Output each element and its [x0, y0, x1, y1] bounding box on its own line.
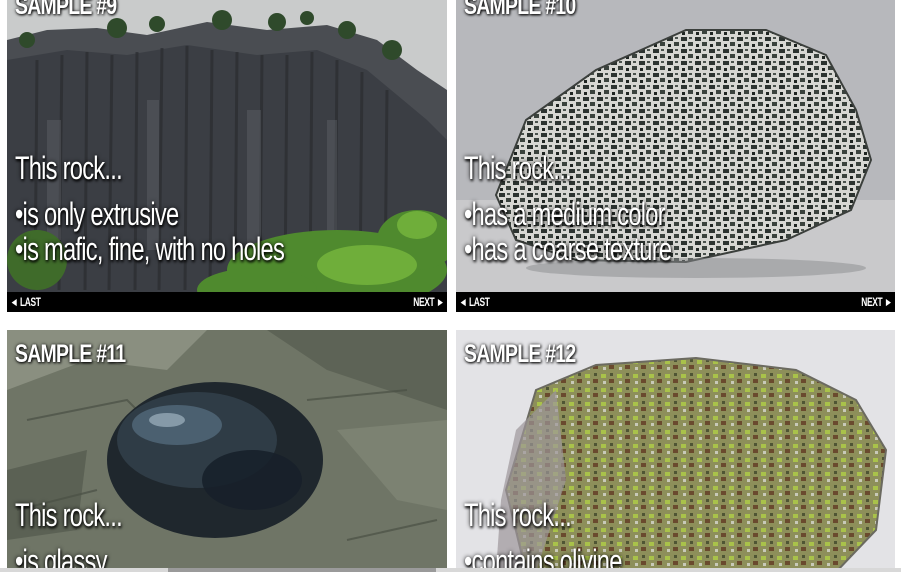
sample-fact: •has a coarse texture [464, 231, 672, 267]
sample-card-10: SAMPLE #10 This rock... •has a medium co… [456, 0, 895, 312]
sample-title: SAMPLE #10 [464, 0, 576, 20]
next-link[interactable]: NEXT ► [861, 295, 892, 309]
card-nav-bar: ◄ LAST NEXT ► [7, 292, 447, 312]
sample-lead-text: This rock... [15, 150, 123, 186]
scrollbar-thumb[interactable] [168, 568, 436, 572]
sample-fact: •is only extrusive [15, 196, 179, 232]
sample-title: SAMPLE #9 [15, 0, 117, 20]
sample-fact: •has a medium color [464, 196, 666, 232]
sample-lead-text: This rock... [15, 497, 123, 533]
last-link[interactable]: ◄ LAST [459, 295, 490, 309]
last-link[interactable]: ◄ LAST [10, 295, 41, 309]
sample-fact: •is mafic, fine, with no holes [15, 231, 285, 267]
next-link[interactable]: NEXT ► [413, 295, 444, 309]
card-nav-bar: ◄ LAST NEXT ► [456, 292, 895, 312]
sample-card-12: SAMPLE #12 This rock... •contains olivin… [456, 330, 895, 572]
sample-title: SAMPLE #12 [464, 340, 576, 368]
horizontal-scrollbar[interactable] [0, 568, 901, 572]
sample-card-11: SAMPLE #11 This rock... •is glassy [7, 330, 447, 572]
sample-card-9: SAMPLE #9 This rock... •is only extrusiv… [7, 0, 447, 312]
sample-lead-text: This rock... [464, 497, 572, 533]
sample-title: SAMPLE #11 [15, 340, 126, 368]
sample-lead-text: This rock... [464, 150, 572, 186]
